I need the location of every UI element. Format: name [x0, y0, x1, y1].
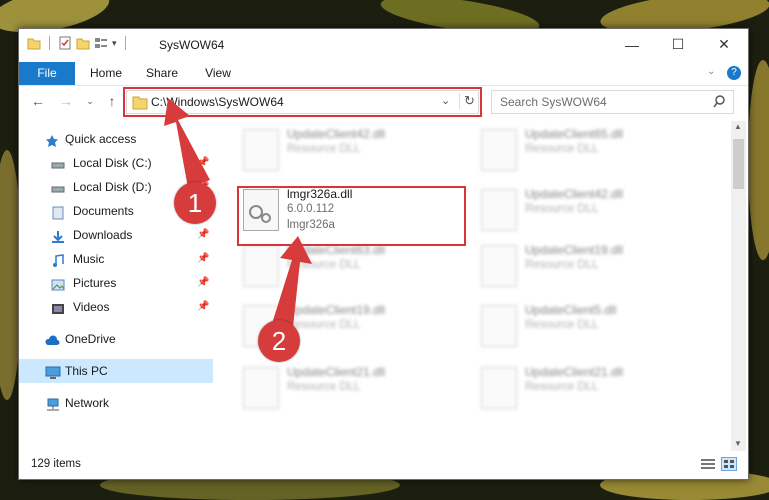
arrow-to-address-bar — [164, 98, 210, 188]
step-2-badge: 2 — [258, 320, 300, 362]
step-1-badge: 1 — [174, 182, 216, 224]
annotation-arrows — [164, 98, 312, 336]
